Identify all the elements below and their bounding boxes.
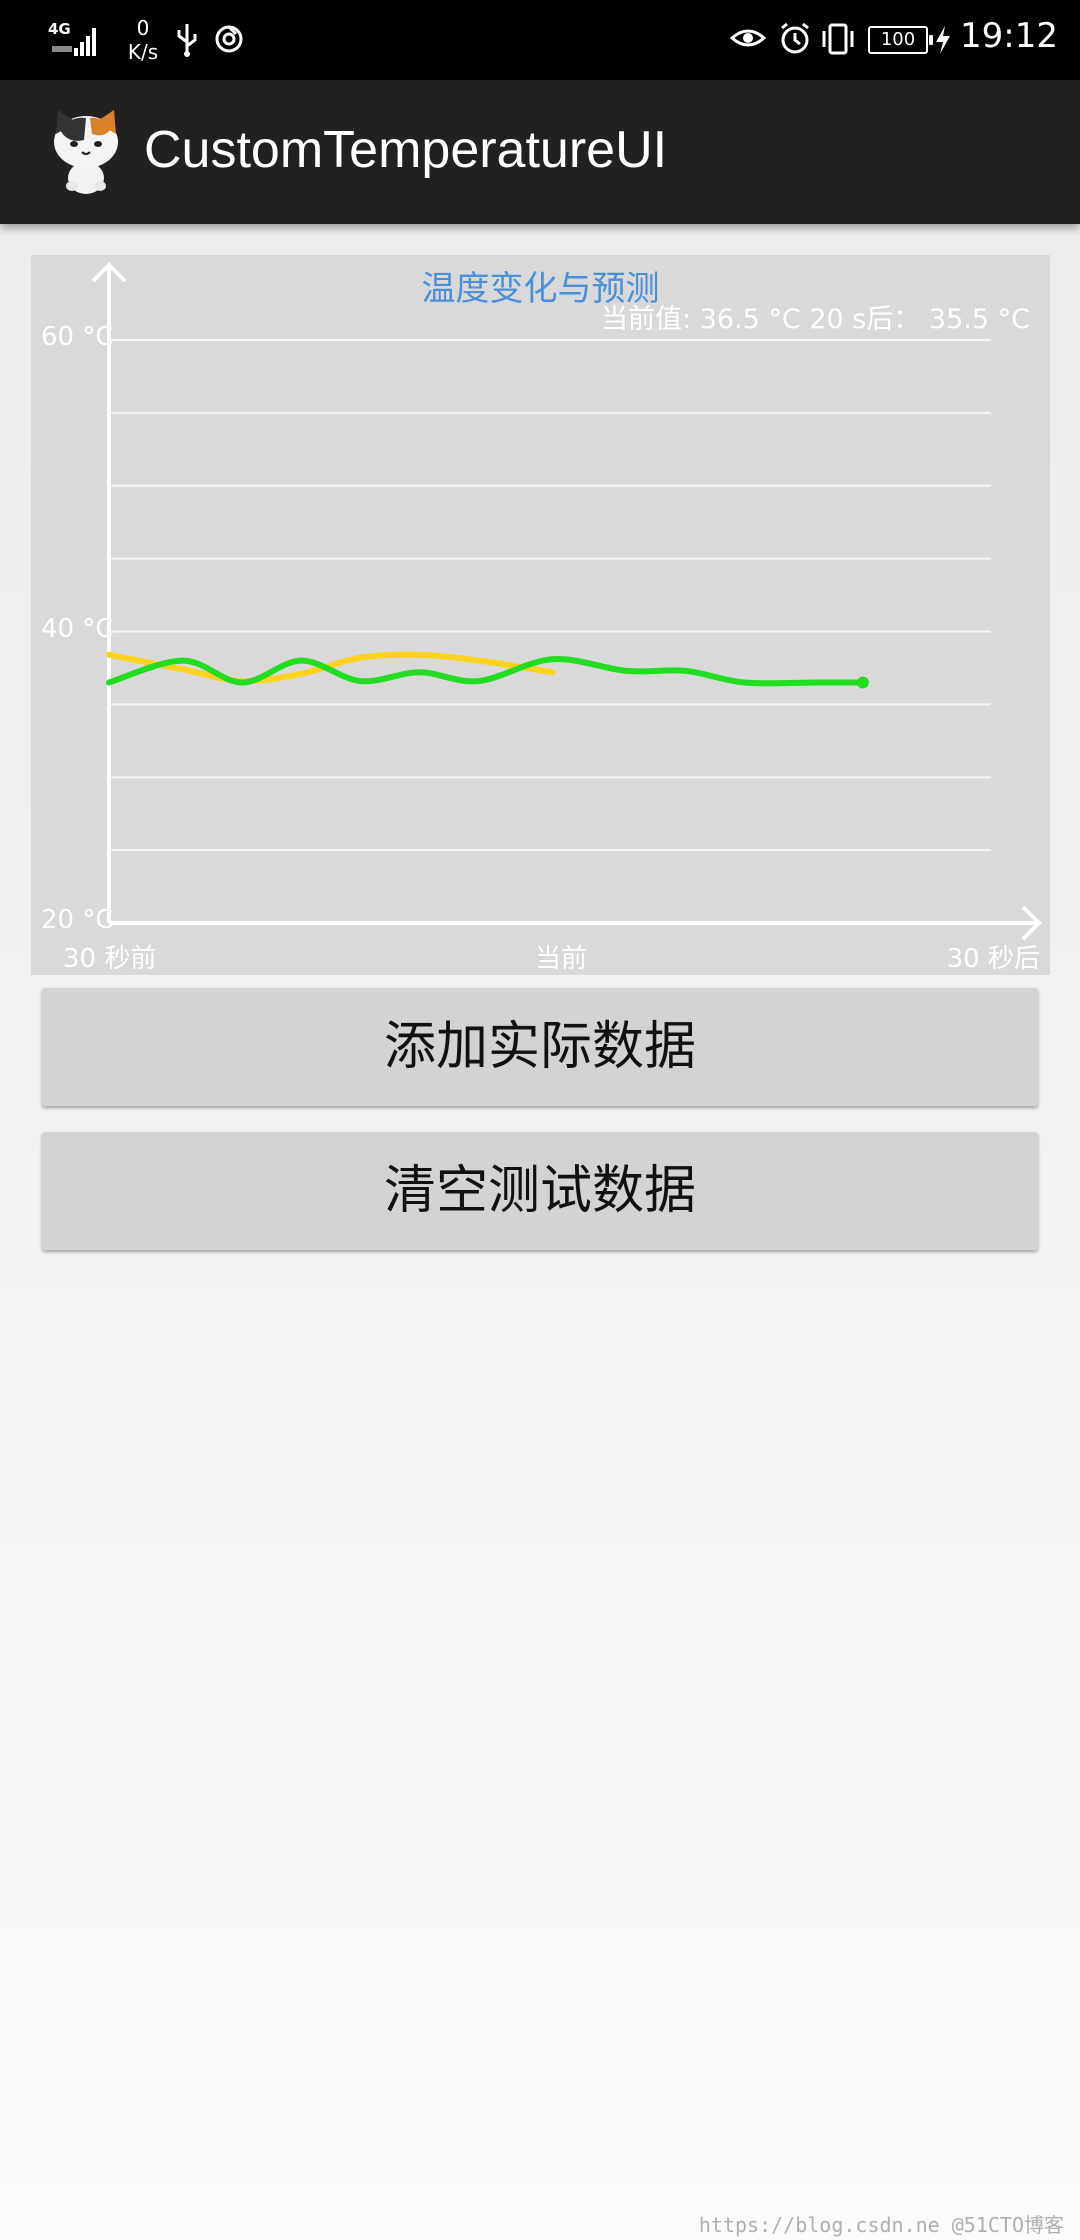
add-actual-data-button[interactable]: 添加实际数据 <box>42 988 1038 1106</box>
axes <box>91 262 1042 941</box>
series-lines <box>106 651 869 689</box>
x-tick-label: 当前 <box>534 944 587 974</box>
net-speed-value: 0 <box>136 16 150 40</box>
action-bar: CustomTemperatureUI <box>0 80 1080 224</box>
chart-readout: 当前值: 36.5 °C 20 s后： 35.5 °C <box>601 304 1030 335</box>
grid-lines <box>109 339 991 852</box>
usb-icon <box>177 24 197 57</box>
status-bar: 4G 0 K/s 100 19:12 <box>0 0 1080 80</box>
watermark: https://blog.csdn.ne @51CTO博客 <box>698 2213 1064 2237</box>
alarm-icon <box>781 22 809 54</box>
x-tick-label: 30 秒后 <box>946 944 1040 974</box>
x-tick-label: 30 秒前 <box>63 944 157 974</box>
net-speed: 0 K/s <box>118 16 168 64</box>
series-end-point <box>856 676 869 689</box>
signal-area: 4G <box>48 16 108 60</box>
y-tick-label: 40 °C <box>41 613 114 644</box>
y-tick-label: 60 °C <box>41 322 114 352</box>
clock: 19:12 <box>960 16 1058 56</box>
chart-canvas <box>91 262 1042 941</box>
app-title: CustomTemperatureUI <box>144 121 668 179</box>
temperature-chart: 温度变化与预测 当前值: 36.5 °C 20 s后： 35.5 °C 60 °… <box>31 255 1050 975</box>
signal-icon <box>52 28 96 56</box>
clear-test-data-button[interactable]: 清空测试数据 <box>42 1132 1038 1250</box>
net-speed-unit: K/s <box>127 40 159 64</box>
eye-comfort-icon <box>730 29 766 47</box>
charging-bolt-icon <box>936 26 950 54</box>
battery-indicator: 100 <box>868 26 933 54</box>
nfc-icon <box>215 25 243 53</box>
vibrate-icon <box>822 23 854 55</box>
app-cat-icon <box>54 110 118 194</box>
y-tick-label: 20 °C <box>41 905 114 935</box>
